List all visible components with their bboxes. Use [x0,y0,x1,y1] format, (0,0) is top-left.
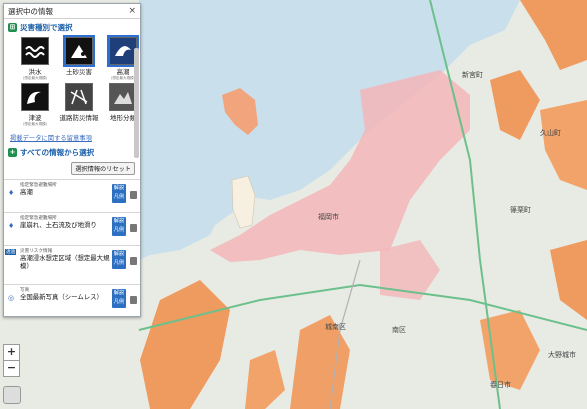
all-info-heading[interactable]: + すべての情報から選択 [4,144,140,160]
map-label-minami: 南区 [392,326,406,334]
map-label-shingu: 新宮町 [462,71,483,79]
tsunami-icon [21,83,49,111]
legend-button[interactable]: 解説 凡例 [112,289,126,308]
selected-info-panel: 選択中の情報 × ⊞ 災害種別で選択 洪水 (想定最大規模) 土砂災害 高潮 (… [3,3,141,317]
terrain-icon [109,83,137,111]
close-icon[interactable]: × [128,6,136,16]
landslide-icon [63,35,95,67]
flood-icon [21,37,49,65]
legend-button[interactable]: 解説 凡例 [112,217,126,236]
hazard-type-grid: 洪水 (想定最大規模) 土砂災害 高潮 (想定最大規模) 津波 (想定最大規模) [4,35,140,127]
transparency-tag[interactable]: 透過 [5,249,17,255]
hazard-landslide[interactable]: 土砂災害 [60,35,98,81]
legend-button[interactable]: 解説 凡例 [112,250,126,269]
panel-title: 選択中の情報 [8,6,53,16]
hazard-flood[interactable]: 洪水 (想定最大規模) [16,37,54,81]
panel-scrollbar[interactable] [134,48,139,158]
basemap-toggle-icon[interactable] [3,386,21,404]
storm-surge-icon [107,35,139,67]
legend-button[interactable]: 解説 凡例 [112,184,126,203]
pin-icon: ♦ [8,222,15,230]
plus-icon: + [8,148,17,157]
map-label-jonan: 城南区 [325,323,346,331]
layer-item[interactable]: ♦ 指定緊急避難場所 高潮 解説 凡例 [4,179,140,212]
layer-item[interactable]: ◎ 写真 全国最新写真（シームレス） 解説 凡例 [4,284,140,316]
layer-item[interactable]: ♦ 指定緊急避難場所 崖崩れ、土石流及び地滑り 解説 凡例 [4,212,140,245]
zoom-out-button[interactable]: − [3,360,20,377]
map-label-hisayama: 久山町 [540,129,561,137]
map-label-kasuga: 春日市 [490,381,511,389]
pin-icon: ♦ [8,189,15,197]
trash-icon[interactable] [130,296,137,304]
road-icon [65,83,93,111]
trash-icon[interactable] [130,257,137,265]
map-label-fukuoka: 福岡市 [318,213,339,221]
map-label-sasaguri: 篠栗町 [510,206,531,214]
photo-icon: ◎ [8,294,15,302]
layer-item[interactable]: 透過 災害リスク情報 高潮浸水想定区域（想定最大規模） 解説 凡例 [4,245,140,284]
panel-header: 選択中の情報 × [4,4,140,19]
zoom-in-button[interactable]: + [3,344,20,361]
trash-icon[interactable] [130,224,137,232]
reset-selection-button[interactable]: 選択情報のリセット [71,162,135,175]
by-type-heading[interactable]: ⊞ 災害種別で選択 [4,19,140,35]
shield-icon: ⊞ [8,23,17,32]
data-notes-link[interactable]: 掲載データに関する留意事項 [4,127,140,144]
hazard-tsunami[interactable]: 津波 (想定最大規模) [16,83,54,127]
map-label-onojo: 大野城市 [548,351,576,359]
trash-icon[interactable] [130,191,137,199]
hazard-road[interactable]: 道路防災情報 [60,83,99,127]
